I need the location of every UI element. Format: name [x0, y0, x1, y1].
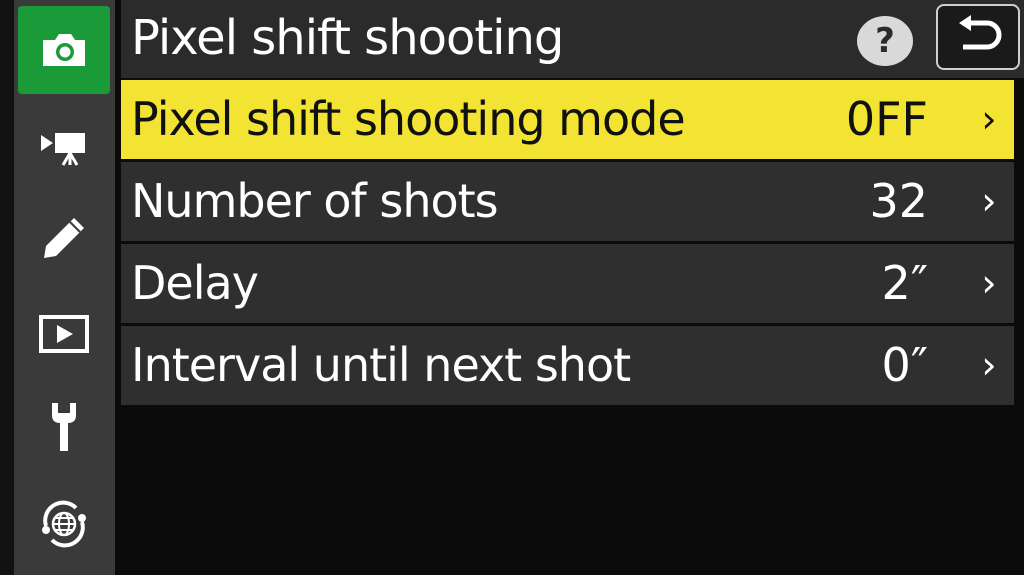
pencil-icon	[44, 218, 84, 258]
camera-icon	[43, 34, 85, 66]
menu-item-label: Interval until next shot	[131, 338, 631, 392]
menu-item-interval-until-next-shot[interactable]: Interval until next shot 0″ ›	[121, 326, 1014, 405]
menu-item-value: 0″	[881, 338, 928, 392]
sidebar-item-video-recording[interactable]	[18, 102, 110, 190]
sidebar-item-setup[interactable]	[18, 384, 110, 472]
movie-camera-icon	[41, 133, 85, 166]
wrench-icon	[52, 403, 76, 451]
sidebar-item-photo-shooting[interactable]	[18, 6, 110, 94]
playback-icon	[39, 315, 89, 353]
sidebar-item-custom-settings[interactable]	[18, 194, 110, 282]
menu-item-label: Pixel shift shooting mode	[131, 92, 686, 146]
chevron-right-icon: ›	[981, 261, 997, 305]
menu-list: Pixel shift shooting mode 0FF › Number o…	[121, 80, 1014, 408]
menu-item-number-of-shots[interactable]: Number of shots 32 ›	[121, 162, 1014, 241]
menu-item-label: Delay	[131, 256, 259, 310]
menu-item-value: 32	[869, 174, 928, 228]
menu-item-value: 2″	[881, 256, 928, 310]
menu-item-value: 0FF	[845, 92, 928, 146]
network-globe-icon	[42, 500, 86, 548]
sidebar	[14, 0, 115, 575]
header-bar: Pixel shift shooting ?	[121, 0, 1024, 78]
help-button[interactable]: ?	[857, 16, 913, 66]
chevron-right-icon: ›	[981, 343, 997, 387]
back-arrow-icon	[959, 15, 1002, 50]
back-button[interactable]	[936, 4, 1020, 70]
sidebar-item-playback[interactable]	[18, 290, 110, 378]
chevron-right-icon: ›	[981, 97, 997, 141]
help-icon: ?	[875, 21, 895, 61]
menu-item-delay[interactable]: Delay 2″ ›	[121, 244, 1014, 323]
chevron-right-icon: ›	[981, 179, 997, 223]
page-title: Pixel shift shooting	[131, 10, 564, 66]
menu-item-label: Number of shots	[131, 174, 499, 228]
edge-strip	[0, 0, 14, 575]
menu-item-pixel-shift-shooting-mode[interactable]: Pixel shift shooting mode 0FF ›	[121, 80, 1014, 159]
camera-menu-screen: Pixel shift shooting ? Pixel shift shoot…	[0, 0, 1024, 575]
sidebar-item-network[interactable]	[18, 480, 110, 568]
